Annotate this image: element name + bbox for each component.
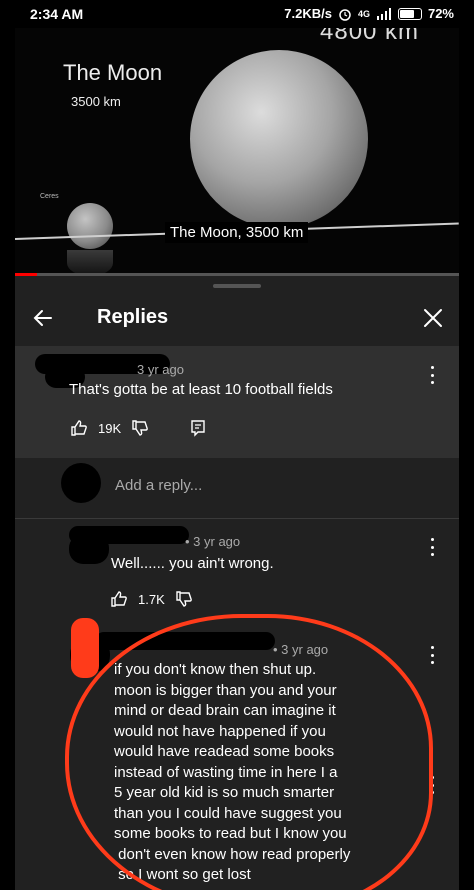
moon-image [190,50,368,228]
screen: 2:34 AM 7.2KB/s 4G 72% 4800 km The Moon … [0,0,474,890]
dislike-icon[interactable] [175,590,193,608]
reply-text: Well...... you ain't wrong. [111,555,274,572]
status-indicators: 7.2KB/s 4G 72% [284,6,454,21]
left-border [0,0,15,890]
network-speed: 7.2KB/s [284,6,332,21]
more-options-icon[interactable] [429,366,435,384]
reply-item: • 3 yr ago Well...... you ain't wrong. 1… [15,520,459,620]
video-moon-size: 3500 km [71,94,121,109]
dislike-icon[interactable] [131,419,149,437]
network-type: 4G [357,8,370,19]
add-reply-input[interactable]: Add a reply... [115,477,202,494]
comment-text: That's gotta be at least 10 football fie… [69,381,333,398]
reply-icon[interactable] [189,419,207,437]
more-options-icon[interactable] [429,538,435,556]
more-options-icon[interactable] [429,646,435,664]
signal-icon [376,7,391,20]
battery-icon [397,7,422,20]
video-top-label: 4800 km [320,28,420,45]
like-count: 1.7K [138,591,165,607]
user-avatar [61,463,101,503]
video-player[interactable]: 4800 km The Moon 3500 km Ceres The Moon,… [15,28,459,276]
video-moon-label: The Moon [63,60,163,85]
like-icon[interactable] [110,590,128,608]
comment-time: 3 yr ago [137,362,184,377]
back-arrow-icon[interactable] [31,306,55,330]
replies-title: Replies [97,306,169,328]
redacted-avatar [69,534,109,564]
reply-actions: 1.7K [110,590,193,608]
parent-comment: 3 yr ago That's gotta be at least 10 foo… [15,346,459,458]
replies-panel: Replies 3 yr ago That's gotta be at leas… [15,276,459,890]
battery-level: 72% [427,6,454,21]
video-ceres-label: Ceres [40,193,59,200]
annotation-scribble [71,618,99,678]
like-count: 19K [98,420,122,436]
add-reply-row[interactable]: Add a reply... [15,458,459,519]
status-bar: 2:34 AM 7.2KB/s 4G 72% [0,0,474,28]
close-icon[interactable] [421,306,445,330]
ceres-image [67,203,113,249]
status-time: 2:34 AM [30,6,84,22]
replies-header: Replies [15,292,459,346]
comment-actions: 19K [70,419,207,437]
alarm-icon [339,8,351,21]
drag-handle[interactable] [213,284,261,288]
like-icon[interactable] [70,419,88,437]
right-border [459,0,474,890]
video-caption: The Moon, 3500 km [165,222,309,243]
annotation-circle [65,614,433,890]
reply-time: • 3 yr ago [185,534,241,549]
